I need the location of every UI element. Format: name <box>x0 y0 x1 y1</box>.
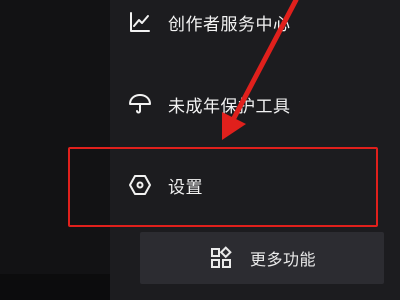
grid-apps-icon <box>208 245 234 271</box>
chart-line-icon <box>128 10 152 34</box>
more-features-button[interactable]: 更多功能 <box>140 232 384 284</box>
menu-item-minor-protection[interactable]: 未成年保护工具 <box>128 84 378 124</box>
menu-item-label: 未成年保护工具 <box>168 96 291 117</box>
menu-item-creator-center[interactable]: 创作者服务中心 <box>128 2 378 42</box>
menu-item-label: 设置 <box>168 177 203 198</box>
background-bottom-strip <box>0 274 110 300</box>
umbrella-icon <box>128 92 152 116</box>
menu-item-label: 创作者服务中心 <box>168 14 291 35</box>
more-features-label: 更多功能 <box>249 250 316 269</box>
background-content <box>0 0 110 300</box>
hexagon-settings-icon <box>128 173 152 197</box>
menu-item-settings[interactable]: 设置 <box>128 165 378 205</box>
